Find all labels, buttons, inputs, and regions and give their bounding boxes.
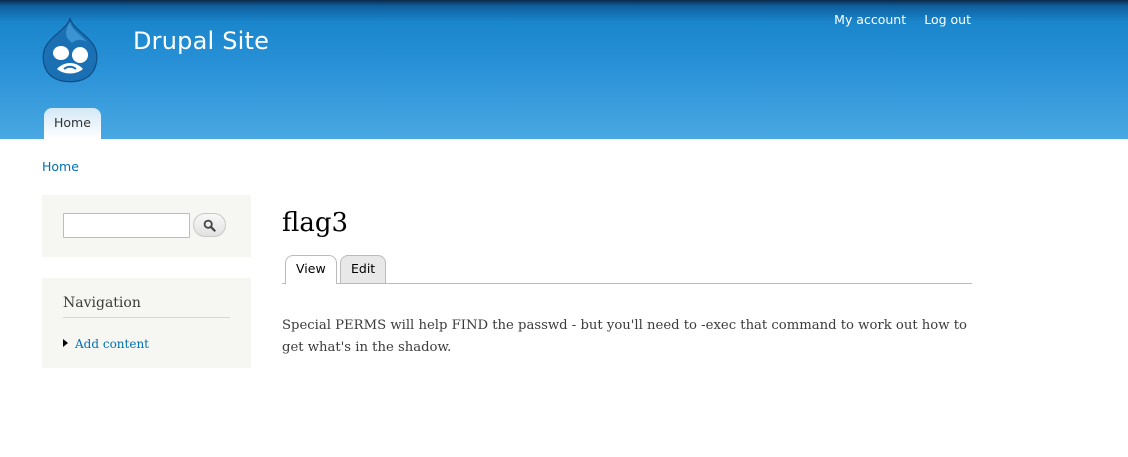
tab-view[interactable]: View <box>285 255 337 284</box>
search-button[interactable] <box>193 213 226 237</box>
main-menu-home-tab[interactable]: Home <box>44 108 101 139</box>
drupal-logo-icon[interactable] <box>40 17 100 83</box>
breadcrumb-home-link[interactable]: Home <box>42 159 79 174</box>
navigation-block: Navigation Add content <box>42 278 251 368</box>
search-icon <box>203 219 216 232</box>
secondary-menu: My account Log out <box>821 9 971 28</box>
tab-edit[interactable]: Edit <box>340 255 387 283</box>
search-block <box>42 195 251 257</box>
my-account-link[interactable]: My account <box>834 12 906 27</box>
page-title: flag3 <box>282 208 349 238</box>
site-name-link[interactable]: Drupal Site <box>133 27 269 55</box>
navigation-list-item: Add content <box>63 333 149 352</box>
main-menu: Home <box>44 108 101 139</box>
navigation-title: Navigation <box>63 295 230 318</box>
site-header: Drupal Site My account Log out Home <box>0 0 1128 139</box>
bullet-arrow-icon <box>63 338 68 347</box>
node-body-text: Special PERMS will help FIND the passwd … <box>282 318 967 355</box>
search-input[interactable] <box>63 213 190 238</box>
log-out-link[interactable]: Log out <box>924 12 971 27</box>
add-content-link[interactable]: Add content <box>75 337 149 351</box>
content-tabs: View Edit <box>282 255 972 284</box>
